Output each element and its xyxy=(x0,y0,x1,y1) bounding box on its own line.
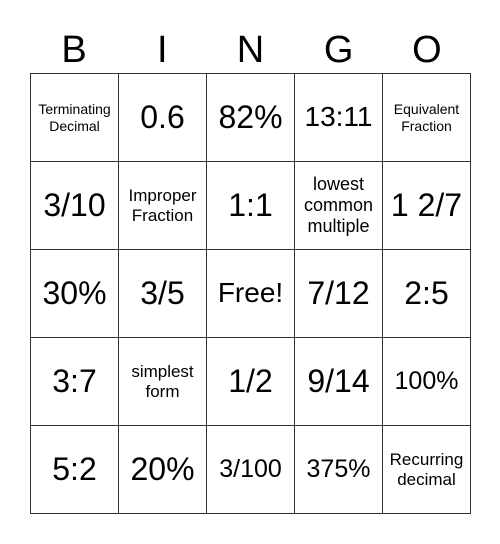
bingo-cell[interactable]: 20% xyxy=(119,426,207,514)
bingo-cell[interactable]: 30% xyxy=(31,250,119,338)
bingo-cell[interactable]: 9/14 xyxy=(295,338,383,426)
bingo-cell[interactable]: 5:2 xyxy=(31,426,119,514)
header-letter-i: I xyxy=(157,29,168,71)
bingo-cell[interactable]: 1/2 xyxy=(207,338,295,426)
bingo-cell[interactable]: 3/100 xyxy=(207,426,295,514)
bingo-header: B I N G O xyxy=(30,28,471,72)
header-letter-b: B xyxy=(61,29,87,71)
bingo-cell[interactable]: 3/10 xyxy=(31,162,119,250)
bingo-cell[interactable]: Equivalent Fraction xyxy=(383,74,471,162)
bingo-grid: Terminating Decimal 0.6 82% 13:11 Equiva… xyxy=(30,73,471,514)
bingo-cell[interactable]: Terminating Decimal xyxy=(31,74,119,162)
bingo-cell[interactable]: Recurring decimal xyxy=(383,426,471,514)
bingo-cell[interactable]: 100% xyxy=(383,338,471,426)
bingo-cell[interactable]: lowest common multiple xyxy=(295,162,383,250)
bingo-cell[interactable]: 0.6 xyxy=(119,74,207,162)
bingo-cell[interactable]: Improper Fraction xyxy=(119,162,207,250)
bingo-cell[interactable]: 375% xyxy=(295,426,383,514)
bingo-cell[interactable]: simplest form xyxy=(119,338,207,426)
bingo-cell[interactable]: 7/12 xyxy=(295,250,383,338)
bingo-cell[interactable]: 82% xyxy=(207,74,295,162)
header-letter-g: G xyxy=(323,29,354,71)
header-letter-o: O xyxy=(412,29,442,71)
bingo-cell[interactable]: 3:7 xyxy=(31,338,119,426)
free-space-cell[interactable]: Free! xyxy=(207,250,295,338)
bingo-cell[interactable]: 13:11 xyxy=(295,74,383,162)
header-letter-n: N xyxy=(236,29,265,71)
bingo-cell[interactable]: 1 2/7 xyxy=(383,162,471,250)
bingo-cell[interactable]: 2:5 xyxy=(383,250,471,338)
bingo-cell[interactable]: 3/5 xyxy=(119,250,207,338)
bingo-cell[interactable]: 1:1 xyxy=(207,162,295,250)
